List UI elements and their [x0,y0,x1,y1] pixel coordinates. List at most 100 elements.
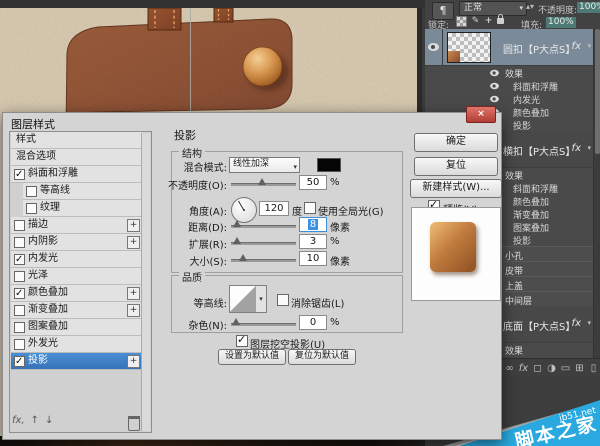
add-instance-icon[interactable]: + [127,236,140,249]
spread-input[interactable]: 3 [299,234,327,249]
opacity-input[interactable]: 50 [299,175,327,190]
layer-group-icon[interactable]: ▭ [559,362,572,375]
style-item-checkbox[interactable] [14,237,25,248]
delete-layer-icon[interactable]: ▯ [587,362,600,375]
add-instance-icon[interactable]: + [127,355,140,368]
style-list-item[interactable]: 内发光 [11,251,142,268]
fill-value[interactable]: 100% [546,17,576,28]
layer-effects-icon[interactable]: fx [517,362,530,375]
angle-input[interactable]: 120 [259,201,289,216]
style-item-label: 图案叠加 [28,319,68,335]
distance-slider[interactable] [231,225,296,228]
move-effect-down-button[interactable]: ↓ [45,415,53,426]
ok-button[interactable]: 确定 [414,133,498,152]
shadow-blend-mode-select[interactable]: 线性加深▾ [229,157,300,173]
slider-thumb[interactable] [258,178,266,185]
add-instance-icon[interactable]: + [127,287,140,300]
style-list-item[interactable]: 光泽 [11,268,142,285]
layer-row[interactable]: 圆扣【P大点S】fx ▾ [425,29,593,66]
style-item-checkbox[interactable] [26,186,37,197]
collapse-effects-icon[interactable]: ▾ [587,319,591,327]
slider-thumb[interactable] [233,220,241,227]
set-default-button[interactable]: 设置为默认值 [218,349,286,365]
reset-default-button[interactable]: 复位为默认值 [288,349,356,365]
blend-mode-select[interactable]: 正常▾ [459,1,527,16]
style-list-item[interactable]: 图案叠加 [11,319,142,336]
layer-thumbnail[interactable] [447,32,491,63]
effects-header-row[interactable]: 效果 [425,66,593,79]
style-list-item[interactable]: 纹理 [23,200,142,217]
link-layers-icon[interactable]: ∞ [503,362,516,375]
layer-name: 圆扣【P大点S】 [503,41,575,56]
effect-row[interactable]: 斜面和浮雕 [425,79,593,92]
style-list-item[interactable]: 斜面和浮雕 [11,166,142,183]
collapse-effects-icon[interactable]: ▾ [587,42,591,50]
scrollbar-thumb[interactable] [595,29,600,154]
style-list-item[interactable]: 内阴影+ [11,234,142,251]
style-list-item[interactable]: 颜色叠加+ [11,285,142,302]
style-list-item[interactable]: 混合选项 [11,149,142,166]
add-instance-icon[interactable]: + [127,219,140,232]
style-item-checkbox[interactable] [14,220,25,231]
new-layer-icon[interactable]: ⊞ [573,362,586,375]
style-list-item[interactable]: 描边+ [11,217,142,234]
shadow-color-swatch[interactable] [317,158,341,172]
add-instance-icon[interactable]: + [127,304,140,317]
layer-mask-icon[interactable]: ◻ [531,362,544,375]
style-item-checkbox[interactable] [14,169,25,180]
effect-row[interactable]: 内发光 [425,92,593,105]
slider-thumb[interactable] [232,318,240,325]
blend-split-arrows-icon[interactable]: ▴▾ [526,2,534,11]
noise-slider[interactable] [231,323,296,326]
style-list-item[interactable]: 渐变叠加+ [11,302,142,319]
slider-thumb[interactable] [239,254,247,261]
style-list-item[interactable]: 等高线 [23,183,142,200]
knockout-checkbox[interactable] [236,335,248,347]
style-item-checkbox[interactable] [14,271,25,282]
visibility-toggle[interactable] [425,29,443,65]
chevron-down-icon[interactable]: ▾ [256,285,267,313]
pasteboard-top [0,0,425,8]
antialias-checkbox[interactable] [277,294,289,306]
opacity-slider[interactable] [231,183,296,186]
style-list-item[interactable]: 投影+ [11,353,142,370]
fx-badge[interactable]: fx [572,318,581,329]
style-item-label: 纹理 [40,200,60,216]
spread-slider[interactable] [231,242,296,245]
lock-move-icon[interactable]: + [483,16,494,27]
eye-icon[interactable] [490,70,499,76]
distance-input[interactable]: 8 [299,217,327,232]
style-list-item[interactable]: 外发光 [11,336,142,353]
global-light-checkbox[interactable] [304,202,316,214]
move-effect-up-button[interactable]: ↑ [31,415,39,426]
close-button[interactable]: × [466,106,496,123]
style-list-item[interactable]: 样式 [11,132,142,149]
delete-effect-icon[interactable] [128,416,140,431]
slider-thumb[interactable] [233,237,241,244]
new-style-button[interactable]: 新建样式(W)... [410,179,502,198]
style-item-checkbox[interactable] [14,288,25,299]
eye-icon[interactable] [490,83,499,89]
opacity-value[interactable]: 100% [577,2,600,13]
contour-picker[interactable] [229,285,257,313]
style-item-checkbox[interactable] [14,305,25,316]
fx-badge[interactable]: fx [572,41,581,52]
style-item-checkbox[interactable] [26,203,37,214]
size-slider[interactable] [231,259,296,262]
styles-scrollbar[interactable] [141,133,150,431]
lock-paint-icon[interactable]: ✎ [470,16,481,27]
size-input[interactable]: 10 [299,251,327,266]
adjustment-layer-icon[interactable]: ◑ [545,362,558,375]
style-item-checkbox[interactable] [14,356,25,367]
style-item-checkbox[interactable] [14,339,25,350]
noise-input[interactable]: 0 [299,315,327,330]
fx-badge[interactable]: fx [572,143,581,154]
eye-icon[interactable] [490,96,499,102]
reset-button[interactable]: 复位 [414,157,498,176]
collapse-effects-icon[interactable]: ▾ [587,144,591,152]
lock-transparency-icon[interactable] [456,16,467,27]
style-item-checkbox[interactable] [14,322,25,333]
lock-all-icon[interactable] [497,18,504,24]
style-item-checkbox[interactable] [14,254,25,265]
layers-scrollbar[interactable] [593,29,600,358]
